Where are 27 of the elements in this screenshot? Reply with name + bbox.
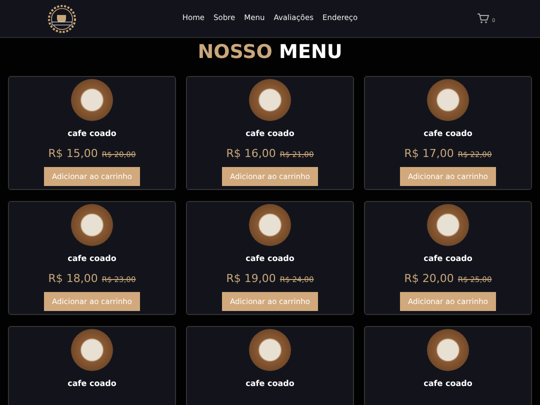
product-name: cafe coado	[424, 129, 472, 138]
product-price: R$ 19,00	[226, 272, 276, 285]
product-name: cafe coado	[246, 254, 294, 263]
product-price: R$ 18,00	[48, 272, 98, 285]
cart-icon[interactable]	[477, 13, 489, 24]
product-name: cafe coado	[246, 129, 294, 138]
product-price: R$ 16,00	[226, 147, 276, 160]
photo-placeholder	[249, 329, 291, 371]
coffee-logo-icon[interactable]	[47, 4, 77, 34]
product-price: R$ 17,00	[404, 147, 454, 160]
product-price: R$ 15,00	[48, 147, 98, 160]
photo-placeholder	[427, 329, 469, 371]
product-price: R$ 20,00	[404, 272, 454, 285]
photo-placeholder	[71, 79, 113, 121]
product-name: cafe coado	[246, 379, 294, 388]
photo-placeholder	[249, 204, 291, 246]
product-name: cafe coado	[68, 129, 116, 138]
product-name: cafe coado	[424, 379, 472, 388]
product-name: cafe coado	[68, 379, 116, 388]
photo-placeholder	[71, 329, 113, 371]
photo-placeholder	[427, 204, 469, 246]
product-name: cafe coado	[424, 254, 472, 263]
photo-placeholder	[249, 79, 291, 121]
product-name: cafe coado	[68, 254, 116, 263]
photo-placeholder	[427, 79, 469, 121]
section-heading: NOSSO MENU	[196, 40, 344, 65]
photo-placeholder	[71, 204, 113, 246]
